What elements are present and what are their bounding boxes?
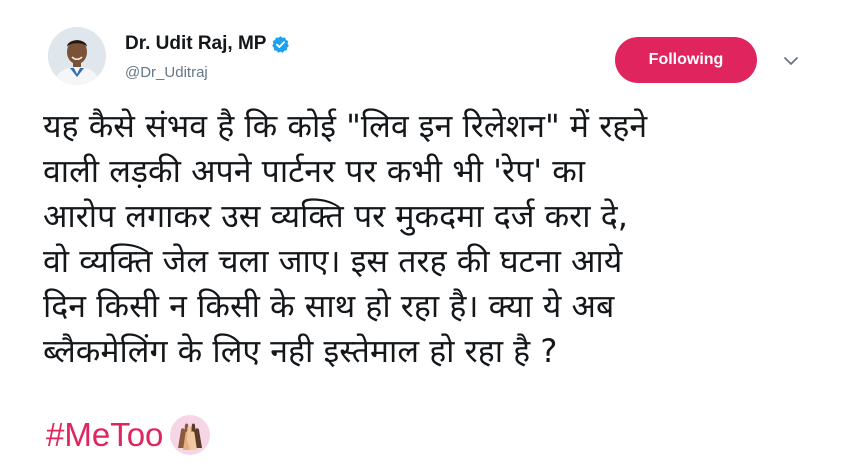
verified-badge-icon [271,35,290,54]
author-handle[interactable]: @Dr_Uditraj [125,64,208,81]
tweet-text-line: वाली लड़की अपने पार्टनर पर कभी भी 'रेप' … [43,152,586,190]
author-display-name[interactable]: Dr. Udit Raj, MP [125,33,266,55]
avatar[interactable] [48,27,106,85]
tweet-text-line: वो व्यक्ति जेल चला जाए। इस तरह की घटना आ… [43,242,623,280]
tweet-text-line: ब्लैकमेलिंग के लिए नही इस्तेमाल हो रहा ह… [43,332,558,370]
following-button[interactable]: Following [615,37,757,83]
metoo-raised-hands-icon [169,414,211,456]
tweet-text-line: आरोप लगाकर उस व्यक्ति पर मुकदमा दर्ज करा… [43,197,628,235]
chevron-down-icon[interactable] [782,54,800,68]
tweet-text-line: यह कैसे संभव है कि कोई "लिव इन रिलेशन" म… [43,107,648,145]
tweet-card: Dr. Udit Raj, MP @Dr_Uditraj Following य… [0,0,850,468]
hashtag-row: #MeToo [46,414,211,456]
tweet-text: यह कैसे संभव है कि कोई "लिव इन रिलेशन" म… [43,104,833,374]
hashtag-metoo-link[interactable]: #MeToo [46,416,163,454]
tweet-text-line: दिन किसी न किसी के साथ हो रहा है। क्या य… [43,287,615,325]
author-name-row: Dr. Udit Raj, MP [125,33,290,55]
